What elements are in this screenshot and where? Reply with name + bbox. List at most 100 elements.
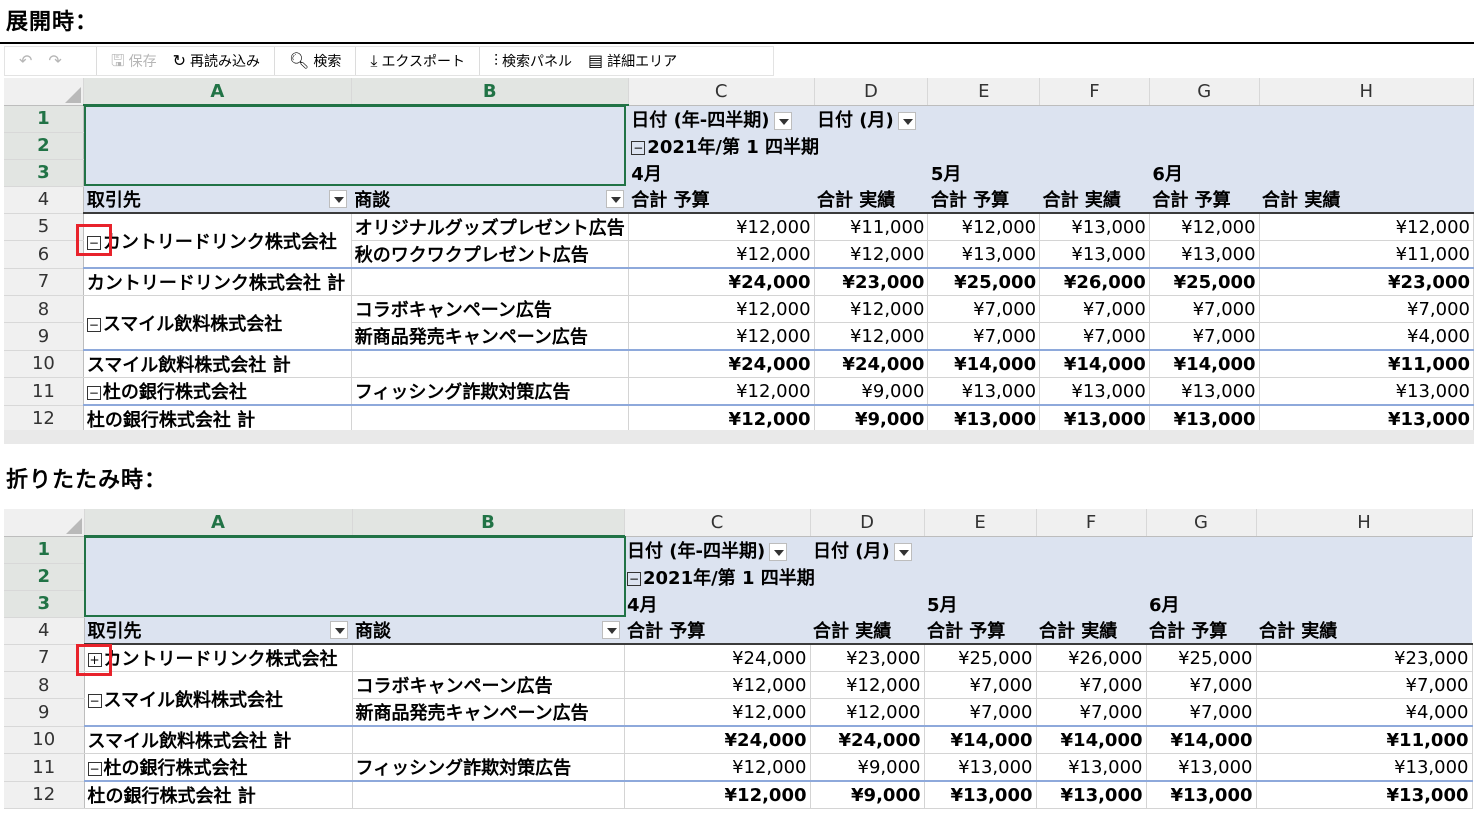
value-cell[interactable]: ¥4,000 [1259,322,1474,351]
row-header[interactable]: 1 [4,105,84,133]
value-cell[interactable]: ¥13,000 [924,780,1037,809]
pivot-column-field[interactable]: 日付 (年-四半期) [624,536,810,563]
value-cell[interactable]: ¥24,000 [810,725,925,754]
value-cell[interactable]: ¥7,000 [1146,698,1257,727]
value-cell[interactable]: ¥7,000 [1036,671,1147,699]
row-header[interactable]: 11 [4,753,85,782]
value-cell[interactable]: ¥7,000 [1256,671,1473,699]
client-cell[interactable]: − 杜の銀行株式会社 [83,377,352,406]
value-cell[interactable]: ¥7,000 [924,671,1037,699]
row-header[interactable]: 10 [4,350,84,378]
value-cell[interactable]: ¥24,000 [624,644,811,672]
measure-header[interactable]: 合計 予算 [927,186,1040,214]
row-header[interactable]: 10 [4,726,85,754]
value-cell[interactable]: ¥13,000 [1036,753,1147,782]
client-cell[interactable]: − スマイル飲料株式会社 [84,671,353,727]
column-header-h[interactable]: H [1259,78,1474,106]
client-cell[interactable]: − カントリードリンク株式会社 [83,213,352,269]
value-cell[interactable]: ¥7,000 [1259,295,1474,323]
value-cell[interactable]: ¥14,000 [1149,349,1260,378]
collapse-icon[interactable]: − [87,693,102,708]
measure-header[interactable]: 合計 予算 [628,186,815,214]
client-cell[interactable]: + カントリードリンク株式会社 [84,644,353,672]
redo-icon[interactable]: ↷ [42,47,67,75]
value-cell[interactable]: ¥12,000 [814,322,929,351]
row-header[interactable]: 5 [4,213,84,241]
subtotal-label[interactable]: スマイル飲料株式会社 計 [84,725,353,754]
month-header[interactable]: 5月 [924,590,1146,617]
value-cell[interactable]: ¥13,000 [1146,780,1257,809]
value-cell[interactable]: ¥7,000 [1039,295,1150,323]
value-cell[interactable]: ¥14,000 [924,725,1037,754]
value-cell[interactable]: ¥7,000 [927,295,1041,323]
value-cell[interactable]: ¥13,000 [1146,753,1257,782]
filter-dropdown-icon[interactable] [329,190,348,208]
column-header-c[interactable]: C [624,509,811,537]
column-header-b[interactable]: B [352,509,625,537]
quarter-header[interactable]: −2021年/第 1 四半期 [628,132,1474,159]
deal-cell[interactable] [352,644,625,672]
column-header-g[interactable]: G [1146,509,1257,537]
row-header[interactable]: 12 [4,405,84,433]
value-cell[interactable]: ¥13,000 [1039,404,1150,433]
column-header-d[interactable]: D [810,509,925,537]
column-header-a[interactable]: A [84,509,353,537]
value-cell[interactable]: ¥13,000 [927,377,1041,406]
quarter-header[interactable]: −2021年/第 1 四半期 [624,563,1472,590]
row-header[interactable]: 4 [4,186,84,214]
measure-header[interactable]: 合計 実績 [1256,617,1472,645]
filter-dropdown-icon[interactable] [773,111,792,130]
row-header[interactable]: 3 [4,590,85,618]
value-cell[interactable]: ¥13,000 [1259,404,1474,433]
row-field-client[interactable]: 取引先 [84,617,352,645]
value-cell[interactable]: ¥24,000 [624,725,811,754]
export-button[interactable]: ⤓ エクスポート [364,47,471,75]
column-header-e[interactable]: E [924,509,1037,537]
month-header[interactable]: 4月 [628,159,928,186]
value-cell[interactable]: ¥11,000 [1256,725,1473,754]
column-header-f[interactable]: F [1036,509,1147,537]
row-header[interactable]: 4 [4,617,85,645]
row-header[interactable]: 8 [4,295,84,323]
value-cell[interactable]: ¥12,000 [1259,213,1474,241]
value-cell[interactable]: ¥13,000 [927,240,1041,269]
subtotal-label[interactable]: 杜の銀行株式会社 計 [84,780,353,809]
row-header[interactable]: 9 [4,698,85,727]
value-cell[interactable]: ¥12,000 [628,322,815,351]
column-header-d[interactable]: D [814,78,929,106]
value-cell[interactable]: ¥13,000 [1256,753,1473,782]
row-header[interactable]: 7 [4,268,84,296]
collapse-icon[interactable]: − [86,317,101,332]
filter-dropdown-icon[interactable] [897,111,916,130]
deal-cell[interactable]: オリジナルグッズプレゼント広告 [351,213,629,241]
value-cell[interactable]: ¥11,000 [814,213,929,241]
client-cell[interactable]: − 杜の銀行株式会社 [84,753,353,782]
row-header[interactable]: 9 [4,322,84,351]
column-header-c[interactable]: C [628,78,815,106]
horizontal-scrollbar[interactable] [4,430,1474,444]
deal-cell[interactable]: フィッシング詐欺対策広告 [351,377,629,406]
value-cell[interactable]: ¥23,000 [1259,267,1474,296]
value-cell[interactable]: ¥9,000 [814,404,929,433]
collapse-icon[interactable]: − [86,386,101,400]
detail-area-button[interactable]: ▤ 詳細エリア [582,47,683,75]
value-cell[interactable]: ¥13,000 [1036,780,1147,809]
value-cell[interactable]: ¥25,000 [924,644,1037,672]
filter-dropdown-icon[interactable] [893,542,912,561]
value-cell[interactable]: ¥12,000 [810,671,925,699]
subtotal-label[interactable]: スマイル飲料株式会社 計 [83,349,352,378]
value-cell[interactable]: ¥12,000 [628,240,815,269]
undo-icon[interactable]: ↶ [13,47,38,75]
row-header[interactable]: 11 [4,377,84,406]
value-cell[interactable]: ¥4,000 [1256,698,1473,727]
value-cell[interactable]: ¥9,000 [810,780,925,809]
measure-header[interactable]: 合計 実績 [1036,617,1146,645]
value-cell[interactable]: ¥9,000 [814,377,929,406]
value-cell[interactable]: ¥9,000 [810,753,925,782]
deal-cell[interactable]: 新商品発売キャンペーン広告 [351,322,629,351]
subtotal-label[interactable]: カントリードリンク株式会社 計 [83,267,352,296]
row-header[interactable]: 8 [4,671,85,699]
value-cell[interactable]: ¥13,000 [1259,377,1474,406]
value-cell[interactable]: ¥7,000 [1149,295,1260,323]
value-cell[interactable]: ¥13,000 [1039,377,1150,406]
